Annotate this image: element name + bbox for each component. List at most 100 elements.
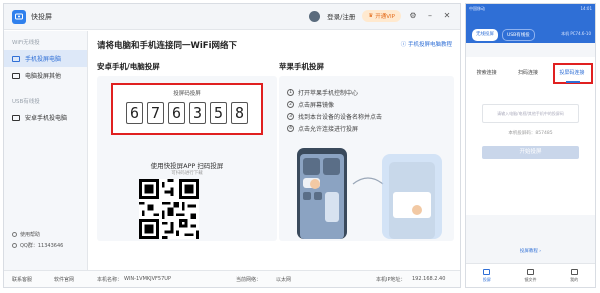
scan-subtext: 可扫码进行下载 xyxy=(171,171,203,176)
active-tab-indicator xyxy=(566,81,580,83)
app-name: 快投屏 xyxy=(31,12,52,21)
step-number: 4 xyxy=(287,124,294,132)
apple-section-title: 苹果手机投屏 xyxy=(279,62,324,71)
contact-link[interactable]: 联系客服 xyxy=(12,276,32,283)
minimize-icon[interactable]: – xyxy=(425,11,435,21)
list-item: 1 打开苹果手机控制中心 xyxy=(287,86,382,98)
app-logo-icon xyxy=(12,9,26,24)
help-link[interactable]: 使用帮助 xyxy=(12,231,63,238)
step-number: 3 xyxy=(287,112,294,120)
step-number: 1 xyxy=(287,88,294,96)
login-button[interactable]: 登录/注册 xyxy=(327,11,355,21)
qr-code xyxy=(139,179,199,239)
step-label: 打开苹果手机控制中心 xyxy=(298,89,359,97)
sidebar-item-phone-to-pc[interactable]: 手机投屏电脑 xyxy=(4,50,87,67)
page-title: 请将电脑和手机连接同一WiFi网络下 xyxy=(97,41,238,51)
local-cast-code: 本机投屏码：857485 xyxy=(508,131,553,136)
android-section-title: 安卓手机/电脑投屏 xyxy=(97,62,160,71)
ip-label: 本机IP地址： xyxy=(376,277,406,283)
device-name-label: 本机名称： xyxy=(97,277,123,283)
usb-icon xyxy=(12,114,20,121)
apple-card: 1 打开苹果手机控制中心 2 点击屏幕镜像 3 找到本台设备的设备名称并点击 4 点击允… xyxy=(279,76,454,241)
step-label: 点击屏幕镜像 xyxy=(298,101,335,109)
cast-icon xyxy=(483,268,491,275)
code-digit: 6 xyxy=(126,102,143,124)
sidebar-item-android-usb[interactable]: 安卓手机投电脑 xyxy=(4,109,87,126)
network-label: 当前网络： xyxy=(236,277,262,283)
tutorial-link[interactable]: ⓘ 手机投屏电脑教程 xyxy=(401,40,452,48)
code-digit: 5 xyxy=(210,102,227,124)
cast-code-box: 投屏码投屏 6 7 6 3 5 8 xyxy=(111,83,263,135)
device-name-value: WIN-1VMKJVF57UP xyxy=(124,276,171,282)
help-label: 使用帮助 xyxy=(20,232,41,238)
phone-screen: 中国移动 14:01 无线投屏 USB有线投 本机 PC74.6-10 搜索连接… xyxy=(465,3,596,288)
network-value: 以太网 xyxy=(276,277,292,283)
title-bar: 快投屏 登录/注册 ♛ 开通VIP ⚙ – ✕ xyxy=(4,4,460,30)
qq-label: QQ群：11343646 xyxy=(20,243,64,249)
qq-icon xyxy=(12,243,17,248)
carrier: 中国移动 xyxy=(469,6,485,11)
phone-mode-tabs: 无线投屏 USB有线投 xyxy=(472,29,535,41)
code-digit: 7 xyxy=(147,102,164,124)
start-cast-button[interactable]: 开始投屏 xyxy=(482,146,579,159)
phone-tutorial-link[interactable]: 投屏教程 › xyxy=(466,248,595,254)
cast-code-label: 投屏码投屏 xyxy=(173,91,201,97)
step-number: 2 xyxy=(287,100,294,108)
nav-cast[interactable]: 投屏 xyxy=(482,268,491,283)
apple-steps: 1 打开苹果手机控制中心 2 点击屏幕镜像 3 找到本台设备的设备名称并点击 4 点击允… xyxy=(287,86,382,134)
nav-label: 投屏 xyxy=(482,276,491,282)
list-item: 2 点击屏幕镜像 xyxy=(287,98,382,110)
sidebar: WiFi无线投 手机投屏电脑 电脑投屏其他 USB有线投 安卓手机投电脑 使用帮… xyxy=(4,31,88,287)
phone-device-name: 本机 PC74.6-10 xyxy=(561,31,591,36)
list-item: 4 点击允许连接进行投屏 xyxy=(287,122,382,134)
folder-icon xyxy=(526,268,534,275)
android-card: 投屏码投屏 6 7 6 3 5 8 使用快投屏APP 扫码投屏 可扫码进行下载 xyxy=(97,76,277,241)
nav-label: 我的 xyxy=(570,276,579,282)
code-digit: 8 xyxy=(231,102,248,124)
nav-profile[interactable]: 我的 xyxy=(570,268,579,283)
crown-icon: ♛ xyxy=(368,13,374,19)
vip-button[interactable]: ♛ 开通VIP xyxy=(362,10,401,22)
vip-label: 开通VIP xyxy=(375,14,395,20)
cast-code-input[interactable]: 请输入电脑/电视/其他手机中的投屏码 xyxy=(482,104,579,123)
qq-group: QQ群：11343646 xyxy=(12,242,63,249)
list-item: 3 找到本台设备的设备名称并点击 xyxy=(287,110,382,122)
ip-value: 192.168.2.40 xyxy=(412,276,446,282)
close-icon[interactable]: ✕ xyxy=(442,11,452,21)
tutorial-label: 手机投屏电脑教程 xyxy=(407,42,452,48)
desktop-window: 快投屏 登录/注册 ♛ 开通VIP ⚙ – ✕ WiFi无线投 手机投屏电脑 电脑… xyxy=(3,3,461,288)
tab-wireless[interactable]: 无线投屏 xyxy=(472,29,498,41)
user-icon xyxy=(570,268,578,275)
scan-instruction: 使用快投屏APP 扫码投屏 xyxy=(150,162,224,170)
wifi-section-label: WiFi无线投 xyxy=(12,40,40,46)
sidebar-item-pc-to-other[interactable]: 电脑投屏其他 xyxy=(4,67,87,84)
phone-bottom-nav: 投屏 镜文件 我的 xyxy=(466,263,595,287)
tab-scan[interactable]: 扫码连接 xyxy=(518,69,538,76)
main-content: 请将电脑和手机连接同一WiFi网络下 ⓘ 手机投屏电脑教程 安卓手机/电脑投屏 … xyxy=(89,31,460,270)
nav-label: 镜文件 xyxy=(524,276,537,282)
cast-code-digits: 6 7 6 3 5 8 xyxy=(113,102,261,124)
phone-icon xyxy=(12,55,20,62)
tab-search[interactable]: 搜索连接 xyxy=(477,69,497,76)
sidebar-item-label: 电脑投屏其他 xyxy=(25,73,62,80)
help-area: 使用帮助 QQ群：11343646 xyxy=(12,231,63,253)
clock: 14:01 xyxy=(580,6,592,11)
code-digit: 6 xyxy=(168,102,185,124)
step-label: 点击允许连接进行投屏 xyxy=(298,125,359,133)
phone-header: 中国移动 14:01 无线投屏 USB有线投 本机 PC74.6-10 xyxy=(466,4,595,43)
status-bar: 联系客服 软件官网 本机名称： WIN-1VMKJVF57UP 当前网络： 以太… xyxy=(4,270,460,287)
iphone-illustration xyxy=(297,148,442,239)
settings-icon[interactable]: ⚙ xyxy=(408,11,418,21)
user-icon[interactable] xyxy=(309,10,321,22)
nav-files[interactable]: 镜文件 xyxy=(524,268,537,283)
phone-connect-card: 搜索连接 扫码连接 投屏码连接 请输入电脑/电视/其他手机中的投屏码 本机投屏码… xyxy=(466,57,595,254)
sidebar-item-label: 手机投屏电脑 xyxy=(25,56,62,63)
website-link[interactable]: 软件官网 xyxy=(54,276,74,283)
help-icon xyxy=(12,232,17,237)
monitor-icon xyxy=(12,72,20,79)
sidebar-item-label: 安卓手机投电脑 xyxy=(25,115,68,122)
tab-usb[interactable]: USB有线投 xyxy=(502,29,535,41)
code-digit: 3 xyxy=(189,102,206,124)
phone-status-bar: 中国移动 14:01 xyxy=(469,6,592,12)
step-label: 找到本台设备的设备名称并点击 xyxy=(298,113,383,121)
